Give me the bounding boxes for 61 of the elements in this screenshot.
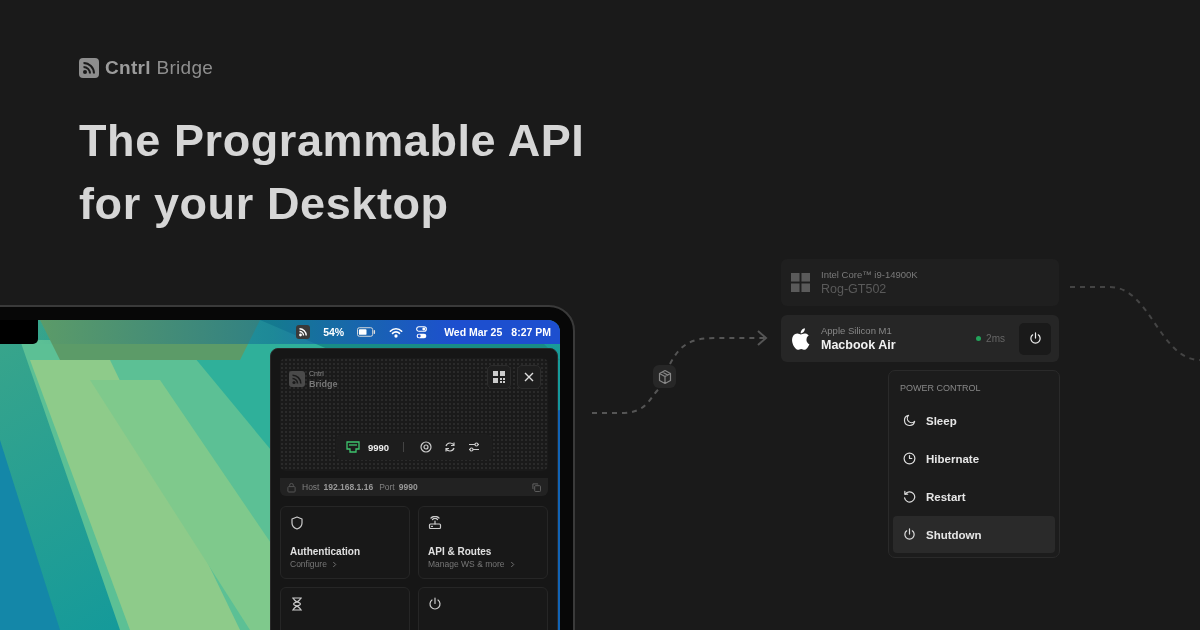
- host-value: 192.168.1.16: [323, 482, 374, 492]
- chevron-icon: [331, 560, 337, 568]
- lock-icon: [287, 481, 296, 493]
- menu-bar-time: 8:27 PM: [511, 326, 551, 338]
- device-name: Rog-GT502: [821, 282, 888, 296]
- power-icon: [1028, 332, 1042, 345]
- battery-percent: 54%: [323, 326, 345, 338]
- processor-label: Apple Silicon M1: [821, 325, 893, 336]
- close-icon: [524, 372, 534, 382]
- battery-icon[interactable]: [357, 327, 377, 337]
- copy-icon[interactable]: [532, 482, 541, 492]
- headline-line: The Programmable API: [79, 114, 586, 168]
- target-button[interactable]: [418, 441, 435, 453]
- host-label: Host: [302, 482, 320, 492]
- port-number: 9990: [367, 441, 390, 453]
- settings-card[interactable]: API & Routes Manage WS & more: [418, 506, 548, 579]
- processor-label: Intel Core™ i9-14900K: [821, 269, 919, 280]
- windows-icon: [791, 273, 810, 292]
- logo-icon: [79, 58, 99, 78]
- menu-item[interactable]: Restart: [893, 478, 1055, 515]
- restart-icon: [903, 490, 916, 503]
- settings-card[interactable]: Authentication Configure: [280, 506, 410, 579]
- qr-code-icon: [493, 371, 505, 383]
- brand-name: Cntrl Bridge: [105, 57, 214, 79]
- moon-icon: [903, 414, 916, 427]
- ethernet-icon: [345, 441, 360, 453]
- menu-item[interactable]: Sleep: [893, 402, 1055, 439]
- logo-icon: [289, 371, 305, 387]
- power-button[interactable]: [1019, 322, 1051, 355]
- qr-code-button[interactable]: [487, 365, 511, 389]
- router-icon: [428, 516, 442, 530]
- menu-item[interactable]: Shutdown: [893, 516, 1055, 553]
- headline-line: for your Desktop: [79, 177, 450, 231]
- wifi-icon[interactable]: [389, 326, 404, 338]
- card-subtitle: Manage WS & more: [428, 559, 505, 569]
- sliders-icon: [468, 441, 481, 453]
- close-button[interactable]: [517, 365, 541, 389]
- hourglass-icon: [290, 597, 304, 611]
- latency: 2ms: [986, 333, 1005, 344]
- device-name: Macbook Air: [821, 338, 897, 352]
- device-card[interactable]: Apple Silicon M1 Macbook Air 2ms: [781, 315, 1059, 362]
- port-label: Port: [379, 482, 395, 492]
- chevron-icon: [509, 560, 515, 568]
- target-icon: [420, 441, 433, 453]
- clock-icon: [903, 452, 916, 465]
- menu-bar-date: Wed Mar 25: [444, 326, 503, 338]
- card-title: Authentication: [290, 546, 360, 557]
- device-card[interactable]: Intel Core™ i9-14900K Rog-GT502: [781, 259, 1059, 306]
- refresh-icon: [444, 441, 457, 453]
- menu-item[interactable]: Hibernate: [893, 440, 1055, 477]
- shield-icon: [290, 516, 304, 530]
- card-subtitle: Configure: [290, 559, 327, 569]
- card-title: API & Routes: [428, 546, 492, 557]
- panel-brand-bottom: Bridge: [309, 379, 338, 389]
- app-icon[interactable]: [296, 325, 311, 339]
- apple-icon: [791, 327, 810, 350]
- port-value: 9990: [398, 482, 418, 492]
- power-icon: [428, 597, 442, 611]
- menu-title: POWER CONTROL: [899, 383, 982, 393]
- toggle-icon[interactable]: [416, 325, 428, 339]
- power-icon: [903, 528, 916, 541]
